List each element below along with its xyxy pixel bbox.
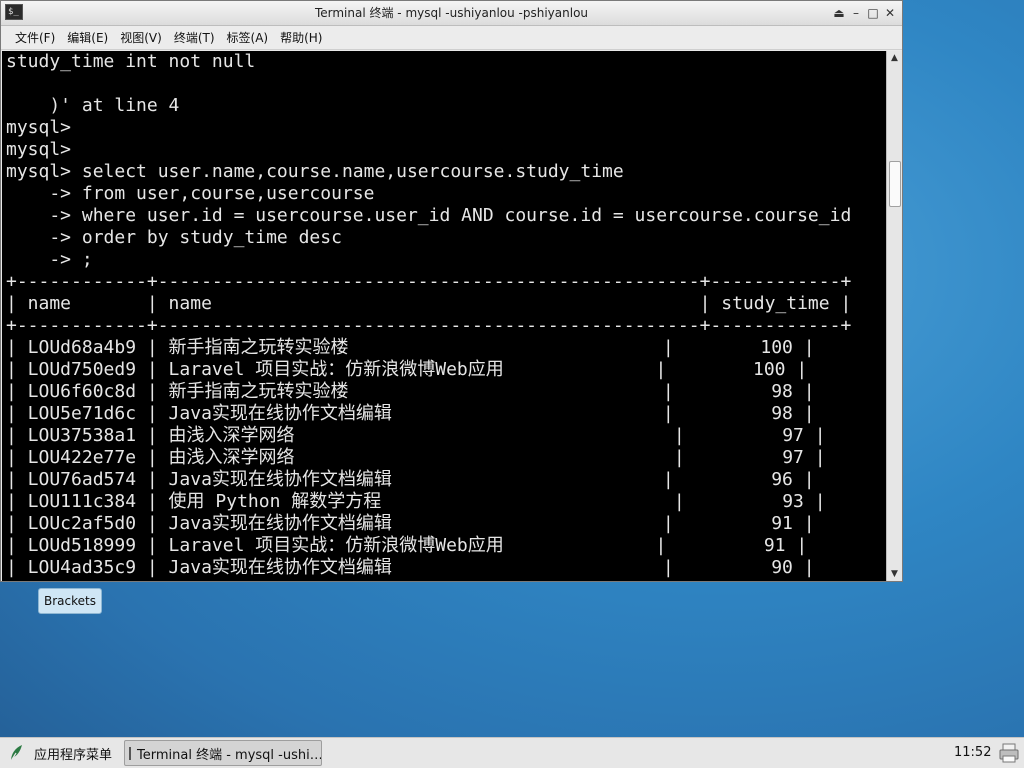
menu-tabs[interactable]: 标签(A) [221, 26, 275, 49]
vertical-scrollbar[interactable]: ▲ ▼ [886, 51, 902, 581]
terminal-window[interactable]: $_ Terminal 终端 - mysql -ushiyanlou -pshi… [0, 0, 903, 582]
scrollbar-thumb[interactable] [889, 161, 901, 207]
menu-edit[interactable]: 编辑(E) [61, 26, 114, 49]
maximize-button-icon[interactable]: □ [865, 4, 881, 22]
scroll-down-icon[interactable]: ▼ [887, 567, 902, 581]
menu-terminal[interactable]: 终端(T) [168, 26, 221, 49]
shade-button-icon[interactable]: ⏏ [831, 4, 847, 22]
window-title: Terminal 终端 - mysql -ushiyanlou -pshiyan… [314, 6, 589, 20]
window-controls: ⏏ – □ ✕ [830, 4, 898, 22]
scroll-up-icon[interactable]: ▲ [887, 51, 902, 65]
tooltip-brackets: Brackets [38, 588, 102, 614]
menu-view[interactable]: 视图(V) [114, 26, 168, 49]
leaf-icon [10, 745, 22, 762]
clock[interactable]: 11:52 [954, 738, 991, 768]
terminal-text: study_time int not null )' at line 4 mys… [6, 51, 852, 578]
menu-bar: 文件(F) 编辑(E) 视图(V) 终端(T) 标签(A) 帮助(H) [1, 26, 902, 50]
terminal-output[interactable]: study_time int not null )' at line 4 mys… [2, 51, 886, 581]
taskbar: 应用程序菜单 Terminal 终端 - mysql -ushi… 11:52 [0, 737, 1024, 768]
title-bar[interactable]: $_ Terminal 终端 - mysql -ushiyanlou -pshi… [1, 1, 902, 26]
minimize-button-icon[interactable]: – [848, 4, 864, 22]
applications-menu-button[interactable]: 应用程序菜单 [8, 738, 112, 768]
printer-icon[interactable] [998, 742, 1020, 764]
taskbar-item-label: Terminal 终端 - mysql -ushi… [137, 747, 322, 763]
menu-help[interactable]: 帮助(H) [274, 26, 328, 49]
taskbar-item-terminal[interactable]: Terminal 终端 - mysql -ushi… [124, 740, 322, 766]
menu-file[interactable]: 文件(F) [9, 26, 61, 49]
applications-menu-label: 应用程序菜单 [34, 747, 113, 763]
terminal-task-icon [129, 746, 131, 760]
close-button-icon[interactable]: ✕ [882, 4, 898, 22]
